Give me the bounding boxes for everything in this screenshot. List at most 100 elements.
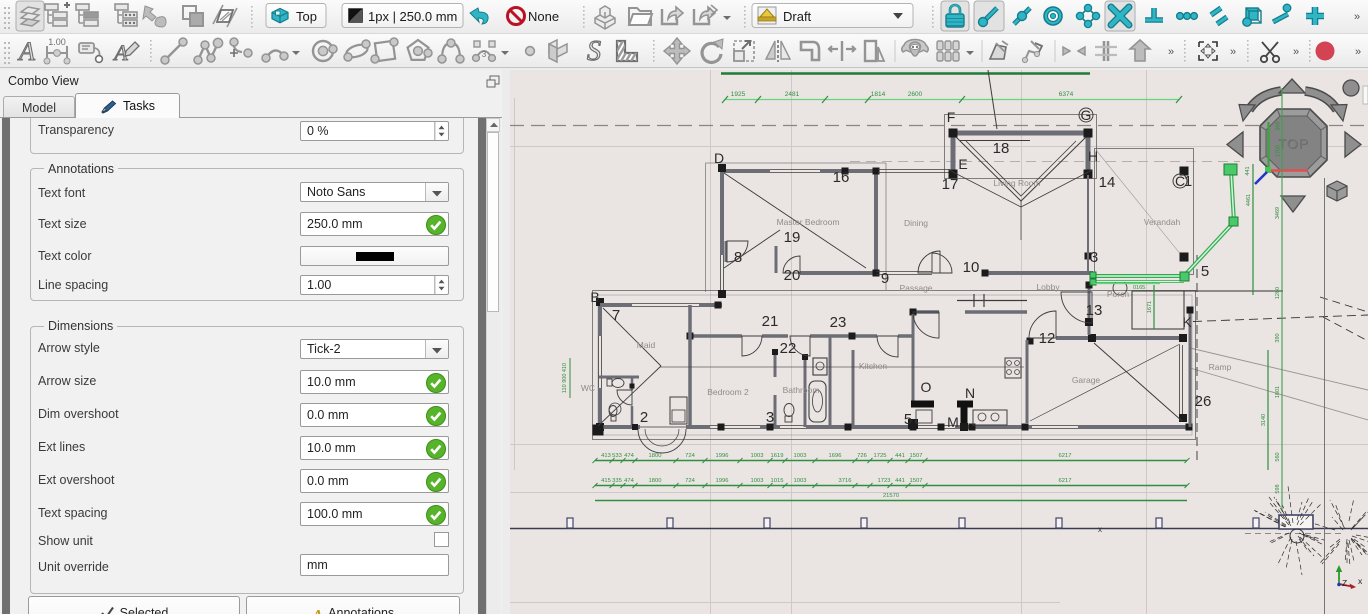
svg-text:1814: 1814 — [871, 91, 886, 98]
svg-text:474: 474 — [624, 453, 634, 459]
svg-text:1003: 1003 — [751, 453, 764, 459]
svg-text:Top: Top — [296, 9, 317, 24]
svg-text:D: D — [714, 150, 724, 166]
svg-text:Draft: Draft — [783, 9, 812, 24]
svg-text:Ramp: Ramp — [1209, 362, 1232, 372]
svg-text:Z: Z — [1342, 578, 1347, 588]
svg-text:16: 16 — [833, 169, 850, 186]
svg-text:H: H — [1088, 148, 1098, 164]
svg-text:Verandah: Verandah — [1144, 217, 1181, 227]
svg-text:20: 20 — [784, 267, 801, 284]
svg-text:E: E — [958, 156, 967, 172]
svg-text:3716: 3716 — [839, 478, 852, 484]
svg-text:3140: 3140 — [1261, 414, 1267, 426]
svg-text:1003: 1003 — [751, 478, 764, 484]
svg-text:F: F — [947, 109, 956, 125]
svg-text:19: 19 — [784, 229, 801, 246]
svg-text:5: 5 — [1201, 263, 1209, 280]
svg-text:1800: 1800 — [649, 453, 662, 459]
svg-text:441: 441 — [895, 453, 905, 459]
svg-text:8: 8 — [734, 249, 742, 266]
svg-text:2: 2 — [640, 409, 648, 426]
svg-text:x: x — [1098, 525, 1102, 534]
svg-text:3: 3 — [1090, 249, 1098, 266]
svg-text:1: 1 — [1184, 173, 1192, 190]
svg-text:23: 23 — [830, 314, 847, 331]
svg-text:Lobby: Lobby — [1036, 282, 1060, 292]
svg-text:6374: 6374 — [1059, 91, 1074, 98]
svg-text:5: 5 — [904, 411, 912, 428]
svg-text:4461: 4461 — [1246, 194, 1252, 206]
svg-text:12: 12 — [1039, 330, 1056, 347]
svg-text:1800: 1800 — [649, 478, 662, 484]
svg-text:3: 3 — [766, 409, 774, 426]
svg-text:9: 9 — [881, 270, 889, 287]
svg-text:Porch: Porch — [1107, 289, 1129, 299]
svg-text:22: 22 — [780, 340, 797, 357]
svg-text:441: 441 — [1245, 166, 1251, 175]
svg-text:441: 441 — [895, 478, 905, 484]
svg-text:390: 390 — [1275, 333, 1281, 342]
svg-text:Passage: Passage — [899, 283, 932, 293]
svg-text:K: K — [1182, 314, 1192, 330]
svg-text:Living Room: Living Room — [993, 178, 1040, 188]
svg-text:598: 598 — [1275, 484, 1281, 493]
svg-text:21570: 21570 — [883, 493, 899, 499]
svg-text:10: 10 — [963, 259, 980, 276]
svg-text:0165: 0165 — [1133, 285, 1145, 291]
svg-text:3: 3 — [482, 50, 487, 59]
svg-text:1280: 1280 — [1275, 287, 1281, 299]
svg-text:Kitchen: Kitchen — [859, 361, 888, 371]
svg-text:1723: 1723 — [878, 478, 891, 484]
svg-text:2481: 2481 — [785, 91, 800, 98]
svg-text:N: N — [965, 385, 975, 401]
svg-text:1507: 1507 — [910, 453, 923, 459]
svg-text:1671: 1671 — [1147, 301, 1153, 313]
svg-text:335: 335 — [612, 478, 622, 484]
svg-text:1925: 1925 — [731, 91, 746, 98]
svg-text:474: 474 — [624, 478, 634, 484]
svg-text:1996: 1996 — [716, 453, 729, 459]
svg-text:26: 26 — [1195, 393, 1212, 410]
svg-text:B: B — [590, 289, 599, 305]
svg-text:1750: 1750 — [1276, 145, 1282, 157]
svg-text:1996: 1996 — [716, 478, 729, 484]
svg-text:»: » — [1293, 46, 1299, 58]
svg-text:300: 300 — [1276, 121, 1282, 130]
svg-text:560: 560 — [1275, 452, 1281, 461]
svg-text:1801: 1801 — [1275, 386, 1281, 398]
svg-text:O: O — [921, 379, 932, 395]
svg-text:1.00: 1.00 — [48, 37, 66, 47]
svg-text:C: C — [1175, 173, 1185, 189]
svg-text:Bedroom 2: Bedroom 2 — [707, 387, 749, 397]
svg-text:M: M — [947, 414, 959, 430]
svg-text:»: » — [1230, 46, 1236, 58]
svg-text:Garage: Garage — [1072, 375, 1101, 385]
svg-text:3469: 3469 — [1275, 207, 1281, 219]
svg-text:A: A — [17, 37, 35, 66]
svg-text:6217: 6217 — [1059, 453, 1072, 459]
svg-text:1px | 250.0 mm: 1px | 250.0 mm — [368, 9, 457, 24]
svg-text:21: 21 — [762, 313, 779, 330]
svg-text:2600: 2600 — [908, 91, 923, 98]
svg-text:724: 724 — [685, 478, 695, 484]
svg-text:7: 7 — [612, 307, 620, 324]
svg-text:None: None — [528, 9, 559, 24]
svg-text:413: 413 — [601, 453, 611, 459]
svg-text:17: 17 — [942, 176, 959, 193]
svg-text:13: 13 — [1086, 302, 1103, 319]
svg-text:Bathroom: Bathroom — [783, 385, 820, 395]
svg-text:»: » — [1355, 46, 1361, 58]
svg-text:1003: 1003 — [794, 478, 807, 484]
svg-text:110 900 410: 110 900 410 — [562, 363, 568, 393]
svg-text:1725: 1725 — [874, 453, 887, 459]
svg-text:724: 724 — [685, 453, 695, 459]
svg-text:S: S — [587, 36, 601, 67]
svg-text:Maid: Maid — [637, 340, 656, 350]
svg-text:Master Bedroom: Master Bedroom — [777, 217, 840, 227]
svg-text:18: 18 — [993, 140, 1010, 157]
svg-text:»: » — [1354, 11, 1360, 23]
svg-text:1003: 1003 — [794, 453, 807, 459]
svg-text:1696: 1696 — [829, 453, 842, 459]
svg-text:14: 14 — [1099, 174, 1116, 191]
